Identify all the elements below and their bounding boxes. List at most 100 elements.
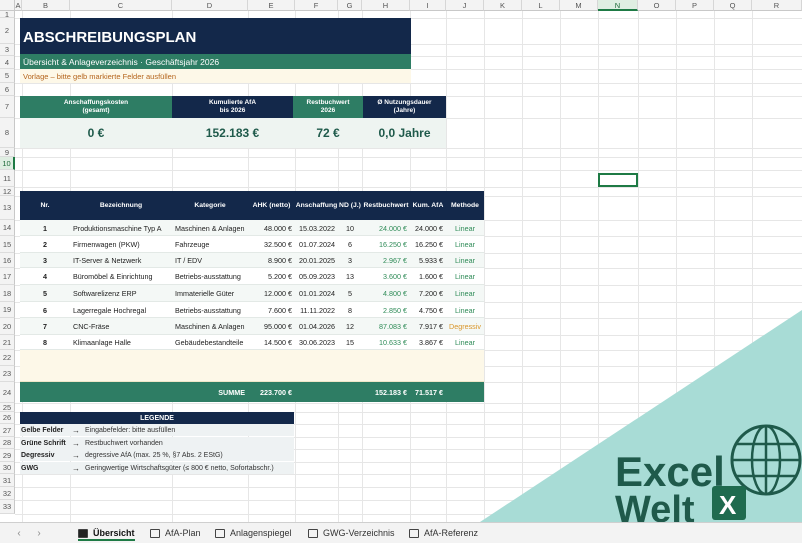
sheet-tab-5[interactable]: AfA-Referenz: [409, 523, 478, 543]
column-header-d[interactable]: D: [172, 0, 248, 11]
table-cell[interactable]: 3.867 €: [410, 335, 446, 350]
table-cell[interactable]: Linear: [446, 335, 484, 350]
row-header-5[interactable]: 5: [0, 69, 15, 83]
table-column-header[interactable]: Methode: [446, 191, 484, 220]
sheet-tab-1[interactable]: Übersicht: [78, 523, 135, 543]
table-cell[interactable]: 7: [20, 318, 70, 335]
table-cell[interactable]: 8: [20, 335, 70, 350]
table-column-header[interactable]: AHK (netto): [248, 191, 295, 220]
table-cell[interactable]: 15.03.2022: [295, 220, 338, 236]
row-header-13[interactable]: 13: [0, 196, 15, 220]
table-cell[interactable]: 7.200 €: [410, 285, 446, 302]
table-cell[interactable]: 12.000 €: [248, 285, 295, 302]
column-header-r[interactable]: R: [752, 0, 802, 11]
table-cell[interactable]: Linear: [446, 236, 484, 253]
column-header-o[interactable]: O: [638, 0, 676, 11]
table-cell[interactable]: 8.900 €: [248, 253, 295, 268]
table-cell[interactable]: Büromöbel & Einrichtung: [70, 268, 172, 285]
column-header-h[interactable]: H: [362, 0, 410, 11]
table-cell[interactable]: 1: [20, 220, 70, 236]
table-cell[interactable]: 5.200 €: [248, 268, 295, 285]
row-header-3[interactable]: 3: [0, 44, 15, 56]
column-header-j[interactable]: J: [446, 0, 484, 11]
table-column-header[interactable]: Kategorie: [172, 191, 248, 220]
sheet-tab-2[interactable]: AfA-Plan: [150, 523, 201, 543]
row-header-6[interactable]: 6: [0, 83, 15, 96]
table-cell[interactable]: 05.09.2023: [295, 268, 338, 285]
table-cell[interactable]: Betriebs-ausstattung: [172, 302, 248, 318]
row-header-26[interactable]: 26: [0, 412, 15, 424]
row-header-28[interactable]: 28: [0, 437, 15, 449]
row-header-29[interactable]: 29: [0, 449, 15, 462]
table-cell[interactable]: 20.01.2025: [295, 253, 338, 268]
table-cell[interactable]: Betriebs-ausstattung: [172, 268, 248, 285]
table-cell[interactable]: Maschinen & Anlagen: [172, 318, 248, 335]
table-cell[interactable]: Softwarelizenz ERP: [70, 285, 172, 302]
row-header-22[interactable]: 22: [0, 350, 15, 366]
row-header-25[interactable]: 25: [0, 403, 15, 412]
row-header-31[interactable]: 31: [0, 474, 15, 487]
column-header-f[interactable]: F: [295, 0, 338, 11]
row-header-20[interactable]: 20: [0, 318, 15, 335]
table-cell[interactable]: Fahrzeuge: [172, 236, 248, 253]
column-header-p[interactable]: P: [676, 0, 714, 11]
table-cell[interactable]: 01.07.2024: [295, 236, 338, 253]
table-cell[interactable]: Linear: [446, 268, 484, 285]
row-header-21[interactable]: 21: [0, 335, 15, 350]
table-cell[interactable]: 01.01.2024: [295, 285, 338, 302]
table-column-header[interactable]: Restbuchwert: [362, 191, 410, 220]
row-header-14[interactable]: 14: [0, 220, 15, 236]
table-cell[interactable]: 10: [338, 220, 362, 236]
table-cell[interactable]: Linear: [446, 302, 484, 318]
row-header-4[interactable]: 4: [0, 56, 15, 69]
row-header-23[interactable]: 23: [0, 366, 15, 382]
table-cell[interactable]: Gebäudebestandteile: [172, 335, 248, 350]
table-cell[interactable]: 5: [338, 285, 362, 302]
column-header-a[interactable]: A: [15, 0, 22, 11]
row-header-32[interactable]: 32: [0, 487, 15, 500]
table-cell[interactable]: 4.800 €: [362, 285, 410, 302]
table-cell[interactable]: 7.917 €: [410, 318, 446, 335]
row-header-17[interactable]: 17: [0, 268, 15, 285]
active-cell-selection[interactable]: [598, 173, 638, 187]
row-header-10[interactable]: 10: [0, 157, 15, 170]
row-header-24[interactable]: 24: [0, 382, 15, 403]
table-cell[interactable]: Immaterielle Güter: [172, 285, 248, 302]
table-cell[interactable]: 1.600 €: [410, 268, 446, 285]
table-cell[interactable]: 87.083 €: [362, 318, 410, 335]
table-cell[interactable]: Lagerregale Hochregal: [70, 302, 172, 318]
table-cell[interactable]: 6: [20, 302, 70, 318]
table-column-header[interactable]: Nr.: [20, 191, 70, 220]
table-cell[interactable]: 11.11.2022: [295, 302, 338, 318]
table-cell[interactable]: 15: [338, 335, 362, 350]
row-header-9[interactable]: 9: [0, 148, 15, 157]
table-cell[interactable]: 95.000 €: [248, 318, 295, 335]
table-cell[interactable]: 5: [20, 285, 70, 302]
table-cell[interactable]: 10.633 €: [362, 335, 410, 350]
table-cell[interactable]: IT-Server & Netzwerk: [70, 253, 172, 268]
table-cell[interactable]: 13: [338, 268, 362, 285]
table-cell[interactable]: 8: [338, 302, 362, 318]
prev-sheet-arrow-icon[interactable]: ‹: [12, 526, 26, 540]
row-header-27[interactable]: 27: [0, 424, 15, 437]
row-header-11[interactable]: 11: [0, 170, 15, 187]
table-cell[interactable]: 30.06.2023: [295, 335, 338, 350]
table-cell[interactable]: 16.250 €: [410, 236, 446, 253]
table-cell[interactable]: 4: [20, 268, 70, 285]
table-cell[interactable]: 32.500 €: [248, 236, 295, 253]
column-header-n[interactable]: N: [598, 0, 638, 11]
table-cell[interactable]: Maschinen & Anlagen: [172, 220, 248, 236]
table-cell[interactable]: 48.000 €: [248, 220, 295, 236]
row-header-8[interactable]: 8: [0, 118, 15, 148]
table-cell[interactable]: 3: [20, 253, 70, 268]
table-cell[interactable]: 12: [338, 318, 362, 335]
table-cell[interactable]: 01.04.2026: [295, 318, 338, 335]
table-cell[interactable]: Linear: [446, 253, 484, 268]
column-header-g[interactable]: G: [338, 0, 362, 11]
table-cell[interactable]: Degressiv: [446, 318, 484, 335]
table-cell[interactable]: Firmenwagen (PKW): [70, 236, 172, 253]
row-header-15[interactable]: 15: [0, 236, 15, 253]
table-cell[interactable]: 24.000 €: [410, 220, 446, 236]
row-header-18[interactable]: 18: [0, 285, 15, 302]
next-sheet-arrow-icon[interactable]: ›: [32, 526, 46, 540]
